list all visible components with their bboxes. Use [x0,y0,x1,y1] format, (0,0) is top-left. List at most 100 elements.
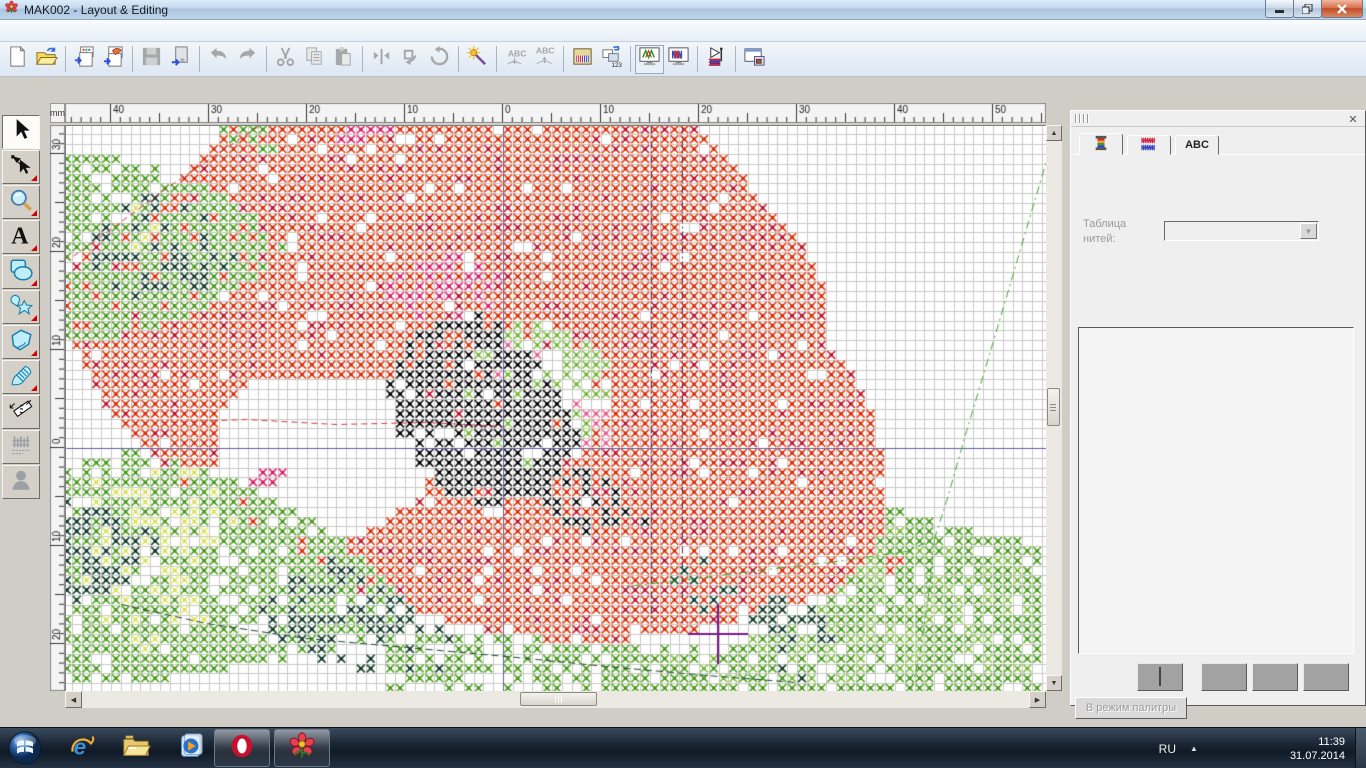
menu-display[interactable] [130,28,156,34]
horizontal-scrollbar[interactable]: ◀ ▶ [65,691,1046,708]
close-button[interactable] [1321,0,1363,18]
toolbar-button-import-image[interactable] [70,45,99,74]
restore-button[interactable] [1293,0,1322,18]
opera-icon [227,731,257,761]
menu-image[interactable] [52,28,78,34]
thread-list-box[interactable] [1078,327,1354,654]
vertical-scroll-thumb[interactable] [1047,388,1060,426]
menu-text[interactable] [78,28,104,34]
toolbar-button-refresh[interactable] [425,45,454,74]
clock[interactable]: 11:39 31.07.2014 [1290,735,1345,763]
toolbar-button-paste[interactable] [329,45,358,74]
toolbar-button-copy[interactable] [300,45,329,74]
panel-grip[interactable]: ✕ [1071,111,1365,127]
taskbar-item-pe-design[interactable] [274,729,330,767]
t-text-icon: A [8,222,34,248]
thread-table-dropdown[interactable]: ▼ [1164,221,1319,241]
menu-file[interactable] [0,28,26,34]
panel-button-b2[interactable] [1201,663,1247,691]
design-area[interactable] [65,125,1046,691]
panel-button-b3[interactable] [1252,663,1298,691]
scroll-up-button[interactable]: ▲ [1046,125,1062,141]
panel-button-b4[interactable] [1303,663,1349,691]
toolbar-button-redo[interactable] [233,45,262,74]
tray-icon-battery[interactable] [1234,740,1252,758]
tool-preset-shapes[interactable] [2,290,40,324]
show-hidden-icons[interactable]: ▲ [1184,744,1204,753]
tray-icon-kaspersky[interactable] [1208,740,1226,758]
tool-manual-punch[interactable] [2,360,40,394]
toolbar-button-text-arc[interactable]: ABC [530,45,559,74]
toolbar-button-view-stitch[interactable] [635,45,664,74]
toolbar-button-open[interactable] [32,45,61,74]
scroll-down-button[interactable]: ▼ [1046,675,1062,691]
tool-text[interactable]: A [2,220,40,254]
toolbar-button-reference-window[interactable] [740,45,769,74]
title-bar[interactable]: MAK002 - Layout & Editing [0,0,1366,20]
panel-close-icon[interactable]: ✕ [1345,112,1361,126]
tray-icon-safely-remove[interactable] [1260,740,1278,758]
toolbar-separator [697,46,698,72]
tool-zoom[interactable] [2,185,40,219]
toolbar-button-magic-wand[interactable] [463,45,492,74]
design-canvas[interactable] [66,126,1047,692]
menu-help[interactable] [182,28,208,34]
tool-measure[interactable] [2,395,40,429]
panel-tabs: ABC [1071,133,1365,155]
t-shapes-icon [8,257,34,283]
toolbar-separator [65,46,66,72]
tool-stitch-band[interactable] [2,430,40,464]
toolbar-button-export[interactable] [166,45,195,74]
thread-table-label: Таблица нитей: [1083,217,1155,247]
toolbar-button-mirror[interactable] [367,45,396,74]
toolbar-button-rotate[interactable] [396,45,425,74]
t-zoom-icon [8,187,34,213]
toolbar-button-new[interactable] [3,45,32,74]
toolbar-button-view-realistic[interactable] [664,45,693,74]
palette-mode-button[interactable]: В режим палитры [1075,697,1187,719]
ruler-horizontal [65,103,1046,123]
show-desktop-button[interactable] [1355,728,1366,768]
toolbar-button-tune-image[interactable] [99,45,128,74]
tool-select[interactable] [2,115,40,149]
toolbar-button-undo[interactable] [204,45,233,74]
taskbar-item-explorer[interactable] [116,729,156,767]
panel-buttons [1071,663,1365,691]
toolbar-button-cut[interactable] [271,45,300,74]
taskbar-item-opera[interactable] [214,729,270,767]
menu-option[interactable] [156,28,182,34]
vertical-scrollbar[interactable]: ▲ ▼ [1046,125,1062,691]
ref-window-icon [743,45,766,68]
language-indicator[interactable]: RU [1151,742,1184,756]
sew-order-icon: 123 [600,45,623,68]
taskbar-item-media-player[interactable] [170,729,210,767]
menu-edit[interactable] [26,28,52,34]
start-button[interactable] [2,728,48,768]
scroll-right-button[interactable]: ▶ [1029,691,1046,708]
toolbar-button-sew-order[interactable]: 123 [597,45,626,74]
horizontal-scroll-thumb[interactable] [520,692,597,706]
clock-time: 11:39 [1290,735,1345,749]
chevron-down-icon[interactable]: ▼ [1300,223,1317,239]
taskbar-item-internet-explorer[interactable]: e [62,729,102,767]
tool-outline[interactable] [2,325,40,359]
copy-icon [303,45,326,68]
scroll-left-button[interactable]: ◀ [65,691,82,708]
minimize-button[interactable] [1265,0,1294,18]
menu-sew[interactable] [104,28,130,34]
toolbar-button-stitch-simulator[interactable] [702,45,731,74]
t-measure-icon [8,397,34,423]
toolbar-button-text-fit[interactable]: ABC [501,45,530,74]
toolbar-button-save[interactable] [137,45,166,74]
tune-image-icon [102,45,125,68]
tab-thread-color[interactable] [1079,133,1123,155]
tool-point-edit[interactable] [2,150,40,184]
tool-portrait[interactable] [2,465,40,499]
tab-stitch-attr[interactable] [1127,135,1171,155]
tab-text-attr[interactable]: ABC [1175,135,1219,155]
menu-bar [0,20,1366,42]
panel-button-spool[interactable] [1137,663,1183,691]
toolbar-button-thread-chart[interactable] [568,45,597,74]
ruler-vertical [50,125,65,691]
tool-shapes[interactable] [2,255,40,289]
